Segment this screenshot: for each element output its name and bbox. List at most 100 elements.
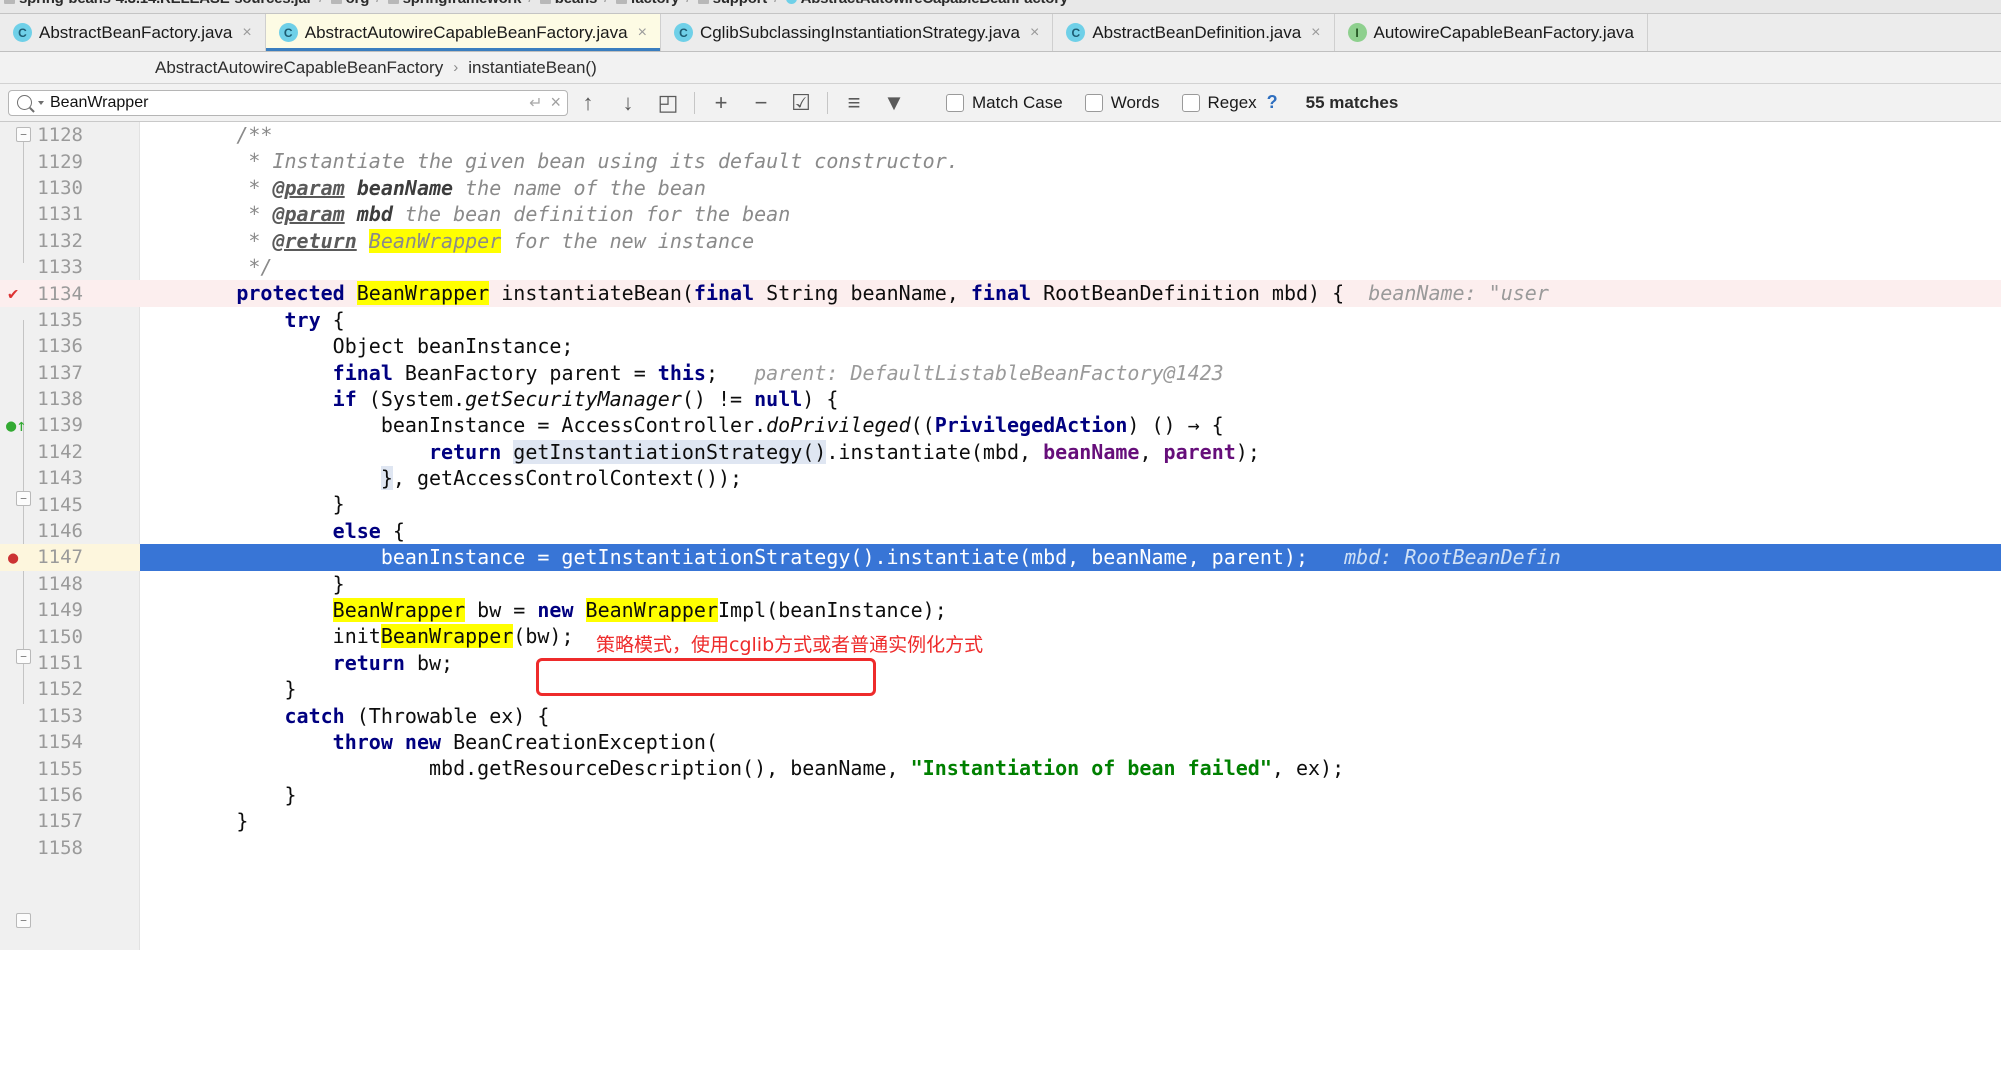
find-in-selection-button[interactable]: ≡ bbox=[834, 88, 874, 118]
code-line[interactable]: − 1128 /** bbox=[0, 122, 2001, 148]
code-text: try { bbox=[284, 307, 345, 332]
nav-crumb-springframework[interactable]: springframework bbox=[387, 0, 522, 7]
line-number: 1133 bbox=[37, 256, 83, 279]
code-line[interactable]: 1148 } bbox=[0, 571, 2001, 597]
code-line[interactable]: 1151 return bw; bbox=[0, 650, 2001, 676]
breadcrumb-class[interactable]: AbstractAutowireCapableBeanFactory bbox=[155, 58, 443, 78]
line-number: 1148 bbox=[37, 572, 83, 595]
line-number: 1137 bbox=[37, 361, 83, 384]
regex-option[interactable]: Regex bbox=[1181, 92, 1257, 113]
remove-occurrence-button[interactable]: − bbox=[741, 88, 781, 118]
code-line[interactable]: 1130 * @param beanName the name of the b… bbox=[0, 175, 2001, 201]
regex-label: Regex bbox=[1207, 92, 1257, 112]
line-number: 1151 bbox=[37, 652, 83, 674]
code-line[interactable]: 1149 BeanWrapper bw = new BeanWrapperImp… bbox=[0, 597, 2001, 623]
tab-abstract-bean-definition[interactable]: C AbstractBeanDefinition.java × bbox=[1053, 14, 1335, 51]
close-icon[interactable]: × bbox=[1030, 24, 1039, 42]
interface-icon: I bbox=[1347, 23, 1367, 42]
nav-crumb-jar[interactable]: spring-beans-4.3.14.RELEASE-sources.jar bbox=[4, 0, 312, 7]
find-next-button[interactable]: ↓ bbox=[608, 88, 648, 118]
code-line[interactable]: 1157 } bbox=[0, 808, 2001, 834]
breadcrumb[interactable]: AbstractAutowireCapableBeanFactory › ins… bbox=[0, 52, 2001, 84]
toolbar-divider bbox=[694, 91, 695, 114]
code-line[interactable]: ✔ 1134 protected BeanWrapper instantiate… bbox=[0, 280, 2001, 307]
code-line[interactable]: 1131 * @param mbd the bean definition fo… bbox=[0, 201, 2001, 227]
breadcrumb-method[interactable]: instantiateBean() bbox=[468, 58, 597, 78]
nav-crumb-factory[interactable]: factory bbox=[615, 0, 679, 7]
code-text: } bbox=[140, 677, 297, 702]
code-line[interactable]: 1156 } bbox=[0, 782, 2001, 808]
find-previous-button[interactable]: ↑ bbox=[568, 88, 608, 118]
close-icon[interactable]: × bbox=[1311, 24, 1320, 42]
nav-separator: / bbox=[319, 0, 323, 7]
tab-cglib-subclassing-instantiation-strategy[interactable]: C CglibSubclassingInstantiationStrategy.… bbox=[660, 14, 1054, 51]
add-cursor-icon: + bbox=[714, 89, 728, 115]
tab-autowire-capable-bean-factory[interactable]: I AutowireCapableBeanFactory.java bbox=[1334, 14, 1649, 51]
code-line[interactable]: 1154 throw new BeanCreationException( bbox=[0, 729, 2001, 755]
code-line[interactable]: − 1153 catch (Throwable ex) { bbox=[0, 703, 2001, 729]
code-line[interactable]: 1132 * @return BeanWrapper for the new i… bbox=[0, 228, 2001, 254]
line-number: 1155 bbox=[37, 757, 83, 780]
select-all-button[interactable]: ☑ bbox=[781, 88, 821, 118]
code-editor[interactable]: − 1128 /** 1129 * Instantiate the given … bbox=[0, 122, 2001, 950]
toolbar-divider bbox=[827, 91, 828, 114]
code-text: */ bbox=[140, 254, 273, 279]
find-toolbar[interactable]: ↵ × ↑ ↓ ◰ + − ☑ ≡ ▼ Match Case Words Reg… bbox=[0, 84, 2001, 122]
line-number: 1138 bbox=[37, 388, 83, 411]
search-field-wrapper[interactable]: ↵ × bbox=[8, 89, 568, 116]
code-line[interactable]: 1133 */ bbox=[0, 254, 2001, 280]
code-line[interactable]: 1136 Object beanInstance; bbox=[0, 333, 2001, 359]
search-icon[interactable] bbox=[17, 95, 32, 110]
match-case-checkbox[interactable] bbox=[946, 93, 964, 112]
chevron-down-icon[interactable] bbox=[38, 100, 44, 105]
help-icon[interactable]: ? bbox=[1267, 92, 1278, 113]
editor-tab-bar[interactable]: C AbstractBeanFactory.java × C AbstractA… bbox=[0, 14, 2001, 52]
select-all-occurrences-button[interactable]: ◰ bbox=[648, 88, 688, 118]
line-number: 1130 bbox=[37, 176, 83, 199]
code-line[interactable]: 1155 mbd.getResourceDescription(), beanN… bbox=[0, 755, 2001, 781]
line-number: 1143 bbox=[37, 467, 83, 490]
nav-crumb-support[interactable]: support bbox=[697, 0, 767, 7]
code-line[interactable]: 1150 initBeanWrapper(bw); bbox=[0, 623, 2001, 649]
code-text: beanInstance = AccessController.doPrivil… bbox=[140, 413, 1224, 438]
nav-crumb-org[interactable]: org bbox=[330, 0, 369, 7]
code-line[interactable]: 1143 }, getAccessControlContext()); bbox=[0, 465, 2001, 491]
code-line[interactable]: 1129 * Instantiate the given bean using … bbox=[0, 148, 2001, 174]
filter-button[interactable]: ▼ bbox=[874, 88, 914, 118]
code-text: return bw; bbox=[332, 650, 454, 675]
nav-crumb-class[interactable]: AbstractAutowireCapableBeanFactory bbox=[785, 0, 1068, 7]
code-line[interactable]: ●↑ 1139 beanInstance = AccessController.… bbox=[0, 412, 2001, 438]
words-checkbox[interactable] bbox=[1084, 93, 1103, 112]
line-number: 1154 bbox=[37, 731, 83, 754]
folder-icon bbox=[387, 0, 399, 4]
regex-checkbox[interactable] bbox=[1181, 93, 1200, 112]
code-line[interactable]: 1158 bbox=[0, 835, 2001, 861]
code-line[interactable]: − 1138 if (System.getSecurityManager() !… bbox=[0, 386, 2001, 664]
code-line[interactable]: − 1146 else { bbox=[0, 518, 2001, 928]
nav-crumb-beans[interactable]: beans bbox=[539, 0, 597, 7]
add-occurrence-button[interactable]: + bbox=[701, 88, 741, 118]
code-text: }, getAccessControlContext()); bbox=[380, 466, 743, 491]
nav-separator: / bbox=[528, 0, 532, 7]
project-navigation-bar[interactable]: spring-beans-4.3.14.RELEASE-sources.jar … bbox=[0, 0, 2001, 14]
code-line-selected[interactable]: ● 1147 beanInstance = getInstantiationSt… bbox=[0, 544, 2001, 571]
code-line[interactable]: − 1135 try { bbox=[0, 307, 2001, 506]
line-number: 1157 bbox=[37, 810, 83, 833]
tab-abstract-bean-factory[interactable]: C AbstractBeanFactory.java × bbox=[0, 14, 266, 51]
code-line[interactable]: 1137 final BeanFactory parent = this; pa… bbox=[0, 360, 2001, 386]
fold-minus-icon[interactable]: − bbox=[16, 912, 31, 928]
nav-separator: / bbox=[604, 0, 608, 7]
code-line[interactable]: + 1152 } bbox=[0, 676, 2001, 702]
words-option[interactable]: Words bbox=[1084, 93, 1160, 113]
code-line[interactable]: 1142 return getInstantiationStrategy().i… bbox=[0, 439, 2001, 465]
line-number: 1142 bbox=[37, 440, 83, 463]
match-case-option[interactable]: Match Case bbox=[946, 93, 1063, 113]
close-icon[interactable]: × bbox=[242, 24, 251, 42]
line-number: 1135 bbox=[37, 308, 83, 331]
search-input[interactable] bbox=[50, 93, 524, 112]
code-line[interactable]: 1145 } bbox=[0, 491, 2001, 517]
close-icon[interactable]: × bbox=[550, 92, 561, 113]
close-icon[interactable]: × bbox=[638, 24, 647, 42]
reset-icon[interactable]: ↵ bbox=[529, 93, 542, 113]
tab-abstract-autowire-capable-bean-factory[interactable]: C AbstractAutowireCapableBeanFactory.jav… bbox=[265, 14, 661, 51]
